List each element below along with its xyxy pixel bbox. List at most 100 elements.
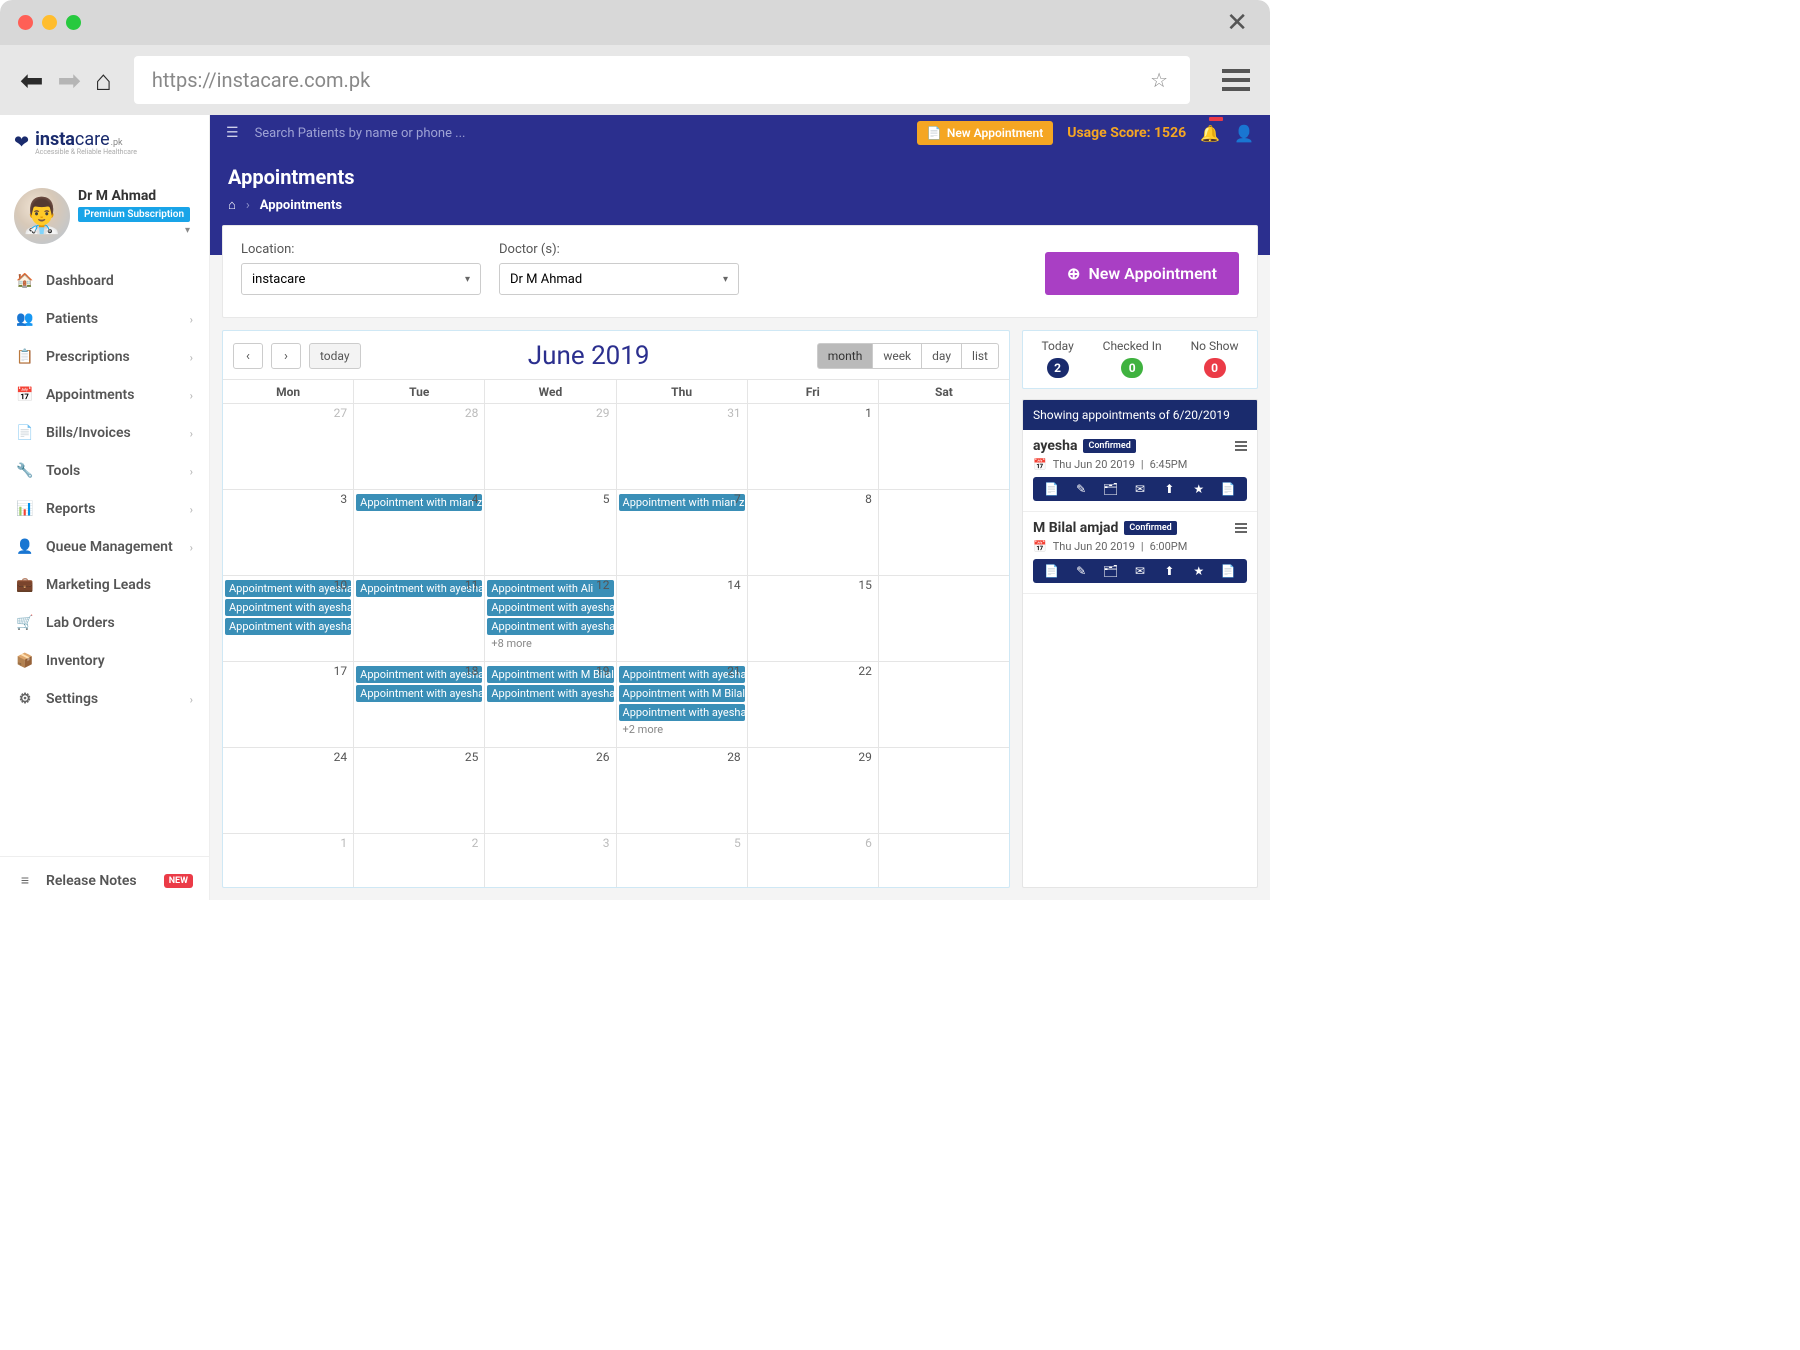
mail-icon[interactable]: ✉: [1131, 482, 1149, 496]
calendar-day[interactable]: 7Appointment with mian zubair: [617, 490, 748, 576]
calendar-day[interactable]: [879, 834, 1009, 888]
calendar-day[interactable]: [879, 576, 1009, 662]
patient-search-input[interactable]: [255, 126, 535, 141]
calendar-event[interactable]: Appointment with ayesha: [487, 599, 613, 616]
calendar-day[interactable]: 22: [748, 662, 879, 748]
browser-menu-icon[interactable]: [1222, 69, 1250, 91]
calendar-day[interactable]: 10Appointment with ayeshaAppointment wit…: [223, 576, 354, 662]
calendar-event[interactable]: Appointment with mian zubair: [619, 494, 745, 511]
calendar-day[interactable]: 5: [485, 490, 616, 576]
calendar-event[interactable]: Appointment with ayesha: [356, 666, 482, 683]
sidebar-item-queue-management[interactable]: 👤Queue Management›: [0, 528, 209, 566]
url-bar[interactable]: https://instacare.com.pk ☆: [134, 56, 1190, 104]
calendar-day[interactable]: 27: [223, 404, 354, 490]
calendar-day[interactable]: 4Appointment with mian zubair: [354, 490, 485, 576]
sidebar-item-appointments[interactable]: 📅Appointments›: [0, 376, 209, 414]
more-events-link[interactable]: +8 more: [487, 635, 613, 652]
sidebar-toggle-icon[interactable]: ☰: [226, 125, 239, 141]
calendar-day[interactable]: [879, 404, 1009, 490]
calendar-event[interactable]: Appointment with ayesha: [487, 685, 613, 702]
calendar-event[interactable]: Appointment with ayesha: [356, 685, 482, 702]
nav-back-icon[interactable]: ⬅: [20, 64, 43, 97]
calendar-day[interactable]: 14: [617, 576, 748, 662]
location-select[interactable]: instacare▾: [241, 263, 481, 295]
edit-icon[interactable]: ✎: [1072, 564, 1090, 578]
calendar-event[interactable]: Appointment with ayesha: [356, 580, 482, 597]
calendar-event[interactable]: Appointment with ayesha: [225, 599, 351, 616]
bookmark-star-icon[interactable]: ☆: [1150, 68, 1168, 92]
calendar-event[interactable]: Appointment with ayesha: [619, 704, 745, 721]
calendar-day[interactable]: 25: [354, 748, 485, 834]
calendar-day[interactable]: 6: [748, 834, 879, 888]
calendar-day[interactable]: 1: [748, 404, 879, 490]
sidebar-item-bills-invoices[interactable]: 📄Bills/Invoices›: [0, 414, 209, 452]
window-close[interactable]: [18, 15, 33, 30]
sidebar-item-dashboard[interactable]: 🏠Dashboard: [0, 262, 209, 300]
calendar-event[interactable]: Appointment with M Bilal amjad: [487, 666, 613, 683]
calendar-day[interactable]: 29: [748, 748, 879, 834]
sidebar-item-patients[interactable]: 👥Patients›: [0, 300, 209, 338]
app-logo[interactable]: ❤ instacare.pk Accessible & Reliable Hea…: [0, 115, 209, 164]
window-minimize[interactable]: [42, 15, 57, 30]
mail-icon[interactable]: ✉: [1131, 564, 1149, 578]
sidebar-item-tools[interactable]: 🔧Tools›: [0, 452, 209, 490]
sidebar-item-settings[interactable]: ⚙Settings›: [0, 680, 209, 718]
nav-forward-icon[interactable]: ➡: [57, 64, 80, 97]
calendar-day[interactable]: 15: [748, 576, 879, 662]
calendar-view-week[interactable]: week: [872, 343, 922, 369]
calendar-day[interactable]: 21Appointment with ayeshaAppointment wit…: [617, 662, 748, 748]
calendar-view-day[interactable]: day: [921, 343, 962, 369]
new-appointment-button[interactable]: ⊕New Appointment: [1045, 252, 1239, 295]
calendar-day[interactable]: 19Appointment with M Bilal amjadAppointm…: [485, 662, 616, 748]
calendar-day[interactable]: 11Appointment with ayesha: [354, 576, 485, 662]
sidebar-item-lab-orders[interactable]: 🛒Lab Orders: [0, 604, 209, 642]
calendar-next-button[interactable]: ›: [271, 343, 301, 369]
breadcrumb-home-icon[interactable]: ⌂: [228, 197, 236, 213]
calendar-day[interactable]: 28: [354, 404, 485, 490]
calendar-event[interactable]: Appointment with ayesha: [487, 618, 613, 635]
calendar-event[interactable]: Appointment with mian zubair: [356, 494, 482, 511]
sidebar-item-release-notes[interactable]: ≡ Release Notes NEW: [0, 861, 209, 900]
page-icon[interactable]: 📄: [1219, 564, 1237, 578]
calendar-day[interactable]: 31: [617, 404, 748, 490]
star-icon[interactable]: ★: [1190, 564, 1208, 578]
doctor-select[interactable]: Dr M Ahmad▾: [499, 263, 739, 295]
more-events-link[interactable]: +2 more: [619, 721, 745, 738]
calendar-event[interactable]: Appointment with ayesha: [225, 618, 351, 635]
calendar-view-month[interactable]: month: [817, 343, 874, 369]
sidebar-item-inventory[interactable]: 📦Inventory: [0, 642, 209, 680]
calendar-day[interactable]: 3: [223, 490, 354, 576]
calendar-day[interactable]: 3: [485, 834, 616, 888]
sidebar-item-marketing-leads[interactable]: 💼Marketing Leads: [0, 566, 209, 604]
calendar-day[interactable]: 8: [748, 490, 879, 576]
close-icon[interactable]: ✕: [1226, 8, 1248, 38]
calendar-event[interactable]: Appointment with M Bilal amjad: [619, 685, 745, 702]
card-icon[interactable]: 🗂: [1102, 482, 1120, 496]
star-icon[interactable]: ★: [1190, 482, 1208, 496]
edit-icon[interactable]: ✎: [1072, 482, 1090, 496]
card-icon[interactable]: 🗂: [1102, 564, 1120, 578]
calendar-day[interactable]: 12Appointment with AliAppointment with a…: [485, 576, 616, 662]
calendar-day[interactable]: [879, 490, 1009, 576]
calendar-day[interactable]: 24: [223, 748, 354, 834]
calendar-day[interactable]: 18Appointment with ayeshaAppointment wit…: [354, 662, 485, 748]
calendar-day[interactable]: 5: [617, 834, 748, 888]
calendar-event[interactable]: Appointment with Ali: [487, 580, 613, 597]
profile-block[interactable]: 👨‍⚕️ Dr M Ahmad Premium Subscription ▾: [0, 164, 209, 262]
calendar-prev-button[interactable]: ‹: [233, 343, 263, 369]
calendar-event[interactable]: Appointment with ayesha: [225, 580, 351, 597]
file-icon[interactable]: 📄: [1043, 564, 1061, 578]
page-icon[interactable]: 📄: [1219, 482, 1237, 496]
calendar-day[interactable]: [879, 748, 1009, 834]
new-appointment-button-top[interactable]: 📄New Appointment: [917, 121, 1053, 145]
nav-home-icon[interactable]: ⌂: [95, 64, 112, 97]
sidebar-item-reports[interactable]: 📊Reports›: [0, 490, 209, 528]
calendar-day[interactable]: 29: [485, 404, 616, 490]
appointment-menu-icon[interactable]: [1235, 441, 1247, 451]
upload-icon[interactable]: ⬆: [1160, 482, 1178, 496]
appointment-menu-icon[interactable]: [1235, 523, 1247, 533]
calendar-day[interactable]: [879, 662, 1009, 748]
user-icon[interactable]: 👤: [1234, 124, 1254, 143]
today-button[interactable]: today: [309, 343, 361, 369]
calendar-day[interactable]: 26: [485, 748, 616, 834]
